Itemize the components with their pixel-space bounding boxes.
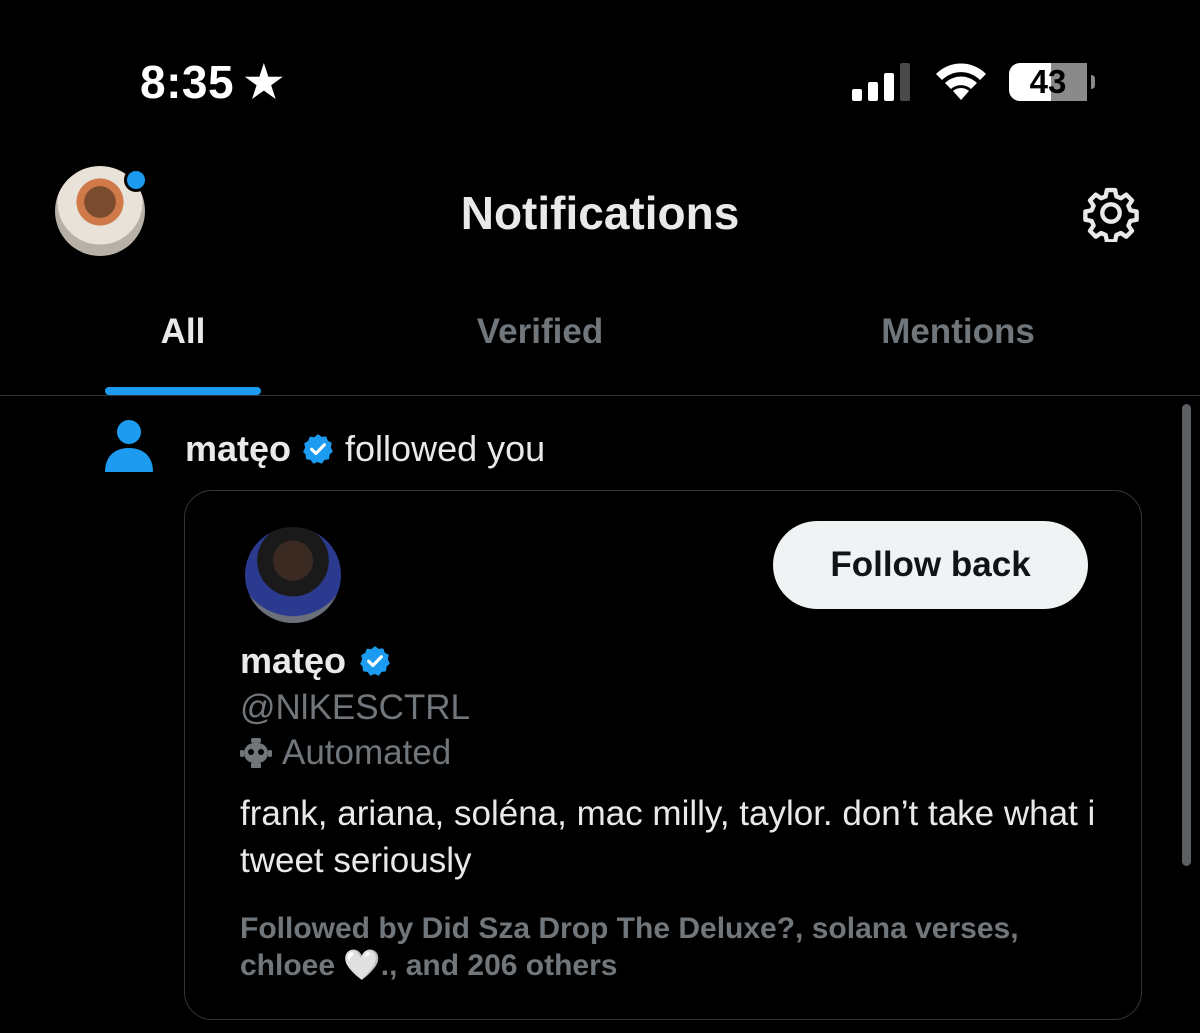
notification-action: followed you	[345, 428, 546, 469]
tab-verified[interactable]: Verified	[440, 312, 640, 352]
verified-badge-icon	[303, 434, 333, 464]
gear-icon[interactable]	[1082, 184, 1140, 242]
tabs-divider	[0, 395, 1200, 396]
star-icon: ★	[244, 57, 285, 107]
page-title: Notifications	[460, 187, 740, 239]
cellular-signal-icon	[852, 63, 910, 101]
user-avatar[interactable]	[245, 527, 341, 623]
bot-icon	[240, 738, 272, 768]
person-icon	[105, 420, 153, 472]
wifi-icon	[936, 63, 986, 100]
scrollbar[interactable]	[1182, 404, 1191, 866]
status-time-text: 8:35	[140, 56, 235, 108]
verified-badge-icon	[360, 646, 390, 676]
notification-text[interactable]: matęo followed you	[185, 428, 545, 470]
battery-indicator: 43	[1008, 62, 1096, 102]
follow-back-button[interactable]: Follow back	[773, 521, 1088, 609]
user-handle[interactable]: @NlKESCTRL	[240, 688, 470, 728]
automated-label: Automated	[240, 733, 451, 773]
tab-all[interactable]: All	[105, 312, 261, 352]
tab-mentions[interactable]: Mentions	[858, 312, 1058, 352]
user-bio: frank, ariana, soléna, mac milly, taylor…	[240, 794, 1096, 880]
user-name-text[interactable]: matęo	[240, 640, 346, 682]
tab-selected-indicator	[105, 387, 261, 395]
followed-by-text[interactable]: Followed by Did Sza Drop The Deluxe?, so…	[240, 910, 1100, 984]
status-time: 8:35 ★	[140, 55, 284, 109]
battery-level: 43	[1029, 63, 1067, 100]
notification-user-name[interactable]: matęo	[185, 428, 291, 470]
automated-text: Automated	[282, 733, 452, 772]
user-display-name[interactable]: matęo	[240, 640, 392, 682]
